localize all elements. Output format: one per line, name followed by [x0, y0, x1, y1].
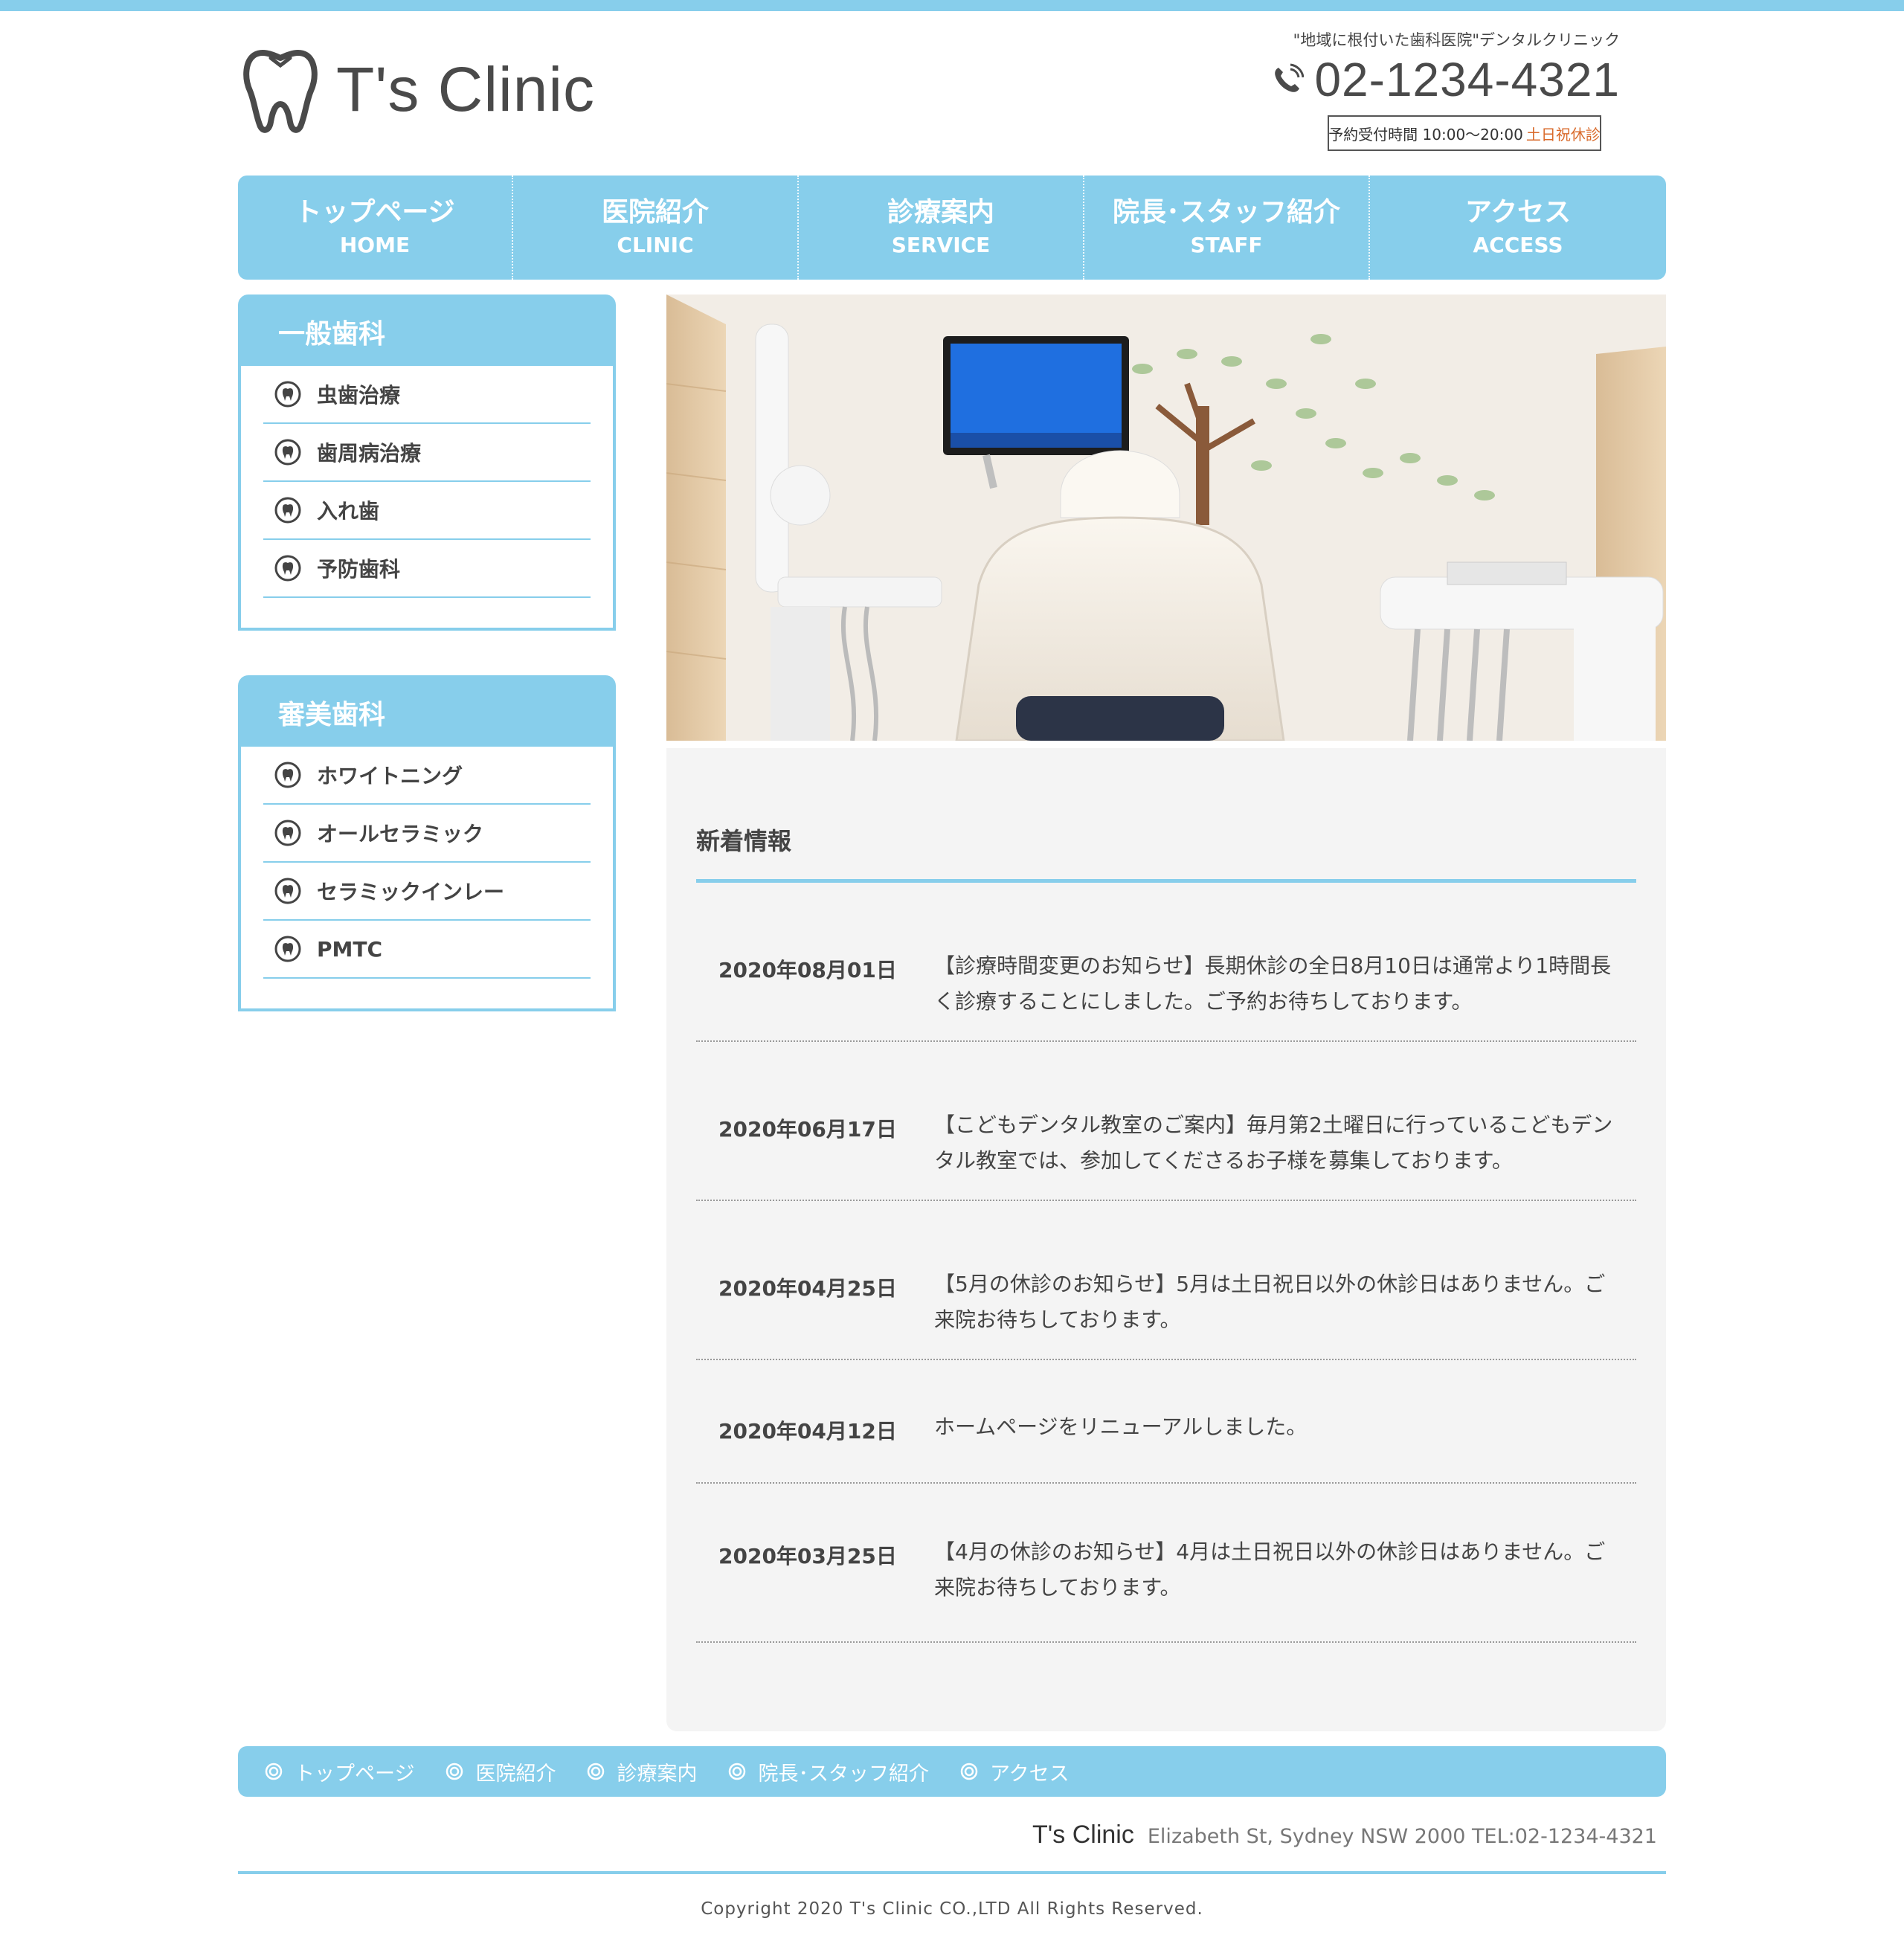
news-item[interactable]: 2020年04月25日 【5月の休診のお知らせ】5月は土日祝日以外の休診日はあり… — [696, 1201, 1636, 1360]
news-text: 【こどもデンタル教室のご案内】毎月第2土曜日に行っているこどもデンタル教室では、… — [934, 1113, 1613, 1173]
nav-clinic[interactable]: 医院紹介 CLINIC — [513, 176, 799, 280]
phone-block: 02-1234-4321 — [1271, 52, 1620, 107]
sidebar-item-dentures[interactable]: 入れ歯 — [263, 482, 591, 540]
nav-label-en: ACCESS — [1473, 233, 1563, 257]
footer-nav-home[interactable]: トップページ — [265, 1757, 414, 1786]
ring-bullet-icon — [265, 1763, 283, 1780]
footer-address-block: T's Clinic Elizabeth St, Sydney NSW 2000… — [1032, 1821, 1657, 1850]
footer-nav-label: アクセス — [989, 1762, 1070, 1786]
footer-nav-label: 医院紹介 — [475, 1762, 556, 1786]
nav-service[interactable]: 診療案内 SERVICE — [799, 176, 1084, 280]
closed-days: 土日祝休診 — [1525, 125, 1601, 144]
footer-nav-service[interactable]: 診療案内 — [587, 1757, 697, 1786]
tooth-bullet-icon — [274, 820, 301, 846]
top-accent-bar — [0, 0, 1904, 11]
news-date: 2020年06月17日 — [718, 1117, 897, 1142]
news-section: 新着情報 2020年08月01日 【診療時間変更のお知らせ】長期休診の全日8月1… — [666, 748, 1666, 1731]
tooth-bullet-icon — [274, 439, 301, 466]
global-nav: トップページ HOME 医院紹介 CLINIC 診療案内 SERVICE 院長･… — [238, 176, 1666, 280]
footer-nav-staff[interactable]: 院長･スタッフ紹介 — [728, 1757, 929, 1786]
sidebar-item-whitening[interactable]: ホワイトニング — [263, 747, 591, 805]
news-date: 2020年04月25日 — [718, 1276, 897, 1301]
footer-rule — [238, 1871, 1666, 1874]
sidebar-item-label: ホワイトニング — [317, 764, 463, 788]
hours-label: 予約受付時間 10:00〜20:00 — [1328, 125, 1523, 144]
copyright: Copyright 2020 T's Clinic CO.,LTD All Ri… — [701, 1899, 1203, 1919]
nav-access[interactable]: アクセス ACCESS — [1370, 176, 1666, 280]
news-item[interactable]: 2020年08月01日 【診療時間変更のお知らせ】長期休診の全日8月10日は通常… — [696, 883, 1636, 1042]
footer-address: Elizabeth St, Sydney NSW 2000 TEL:02-123… — [1147, 1825, 1657, 1848]
sidebar-item-label: 予防歯科 — [317, 557, 401, 582]
sidebar-cosmetic-dentistry: 審美歯科 ホワイトニング オールセラミック セラミックインレー PMTC — [238, 675, 616, 1011]
nav-staff[interactable]: 院長･スタッフ紹介 STAFF — [1084, 176, 1370, 280]
dental-chair-illustration — [666, 295, 1666, 741]
news-text: 【4月の休診のお知らせ】4月は土日祝日以外の休診日はありません。ご来院お待ちして… — [934, 1539, 1606, 1600]
sidebar-item-label: 歯周病治療 — [317, 441, 422, 466]
footer-nav-label: 院長･スタッフ紹介 — [758, 1762, 929, 1786]
reservation-hours: 予約受付時間 10:00〜20:00 土日祝休診 — [1328, 115, 1601, 151]
news-item[interactable]: 2020年06月17日 【こどもデンタル教室のご案内】毎月第2土曜日に行っている… — [696, 1042, 1636, 1201]
hero-image-dental-office — [666, 295, 1666, 741]
sidebar-item-label: オールセラミック — [317, 822, 484, 846]
nav-label-jp: 診療案内 — [887, 197, 994, 228]
footer-nav-access[interactable]: アクセス — [960, 1757, 1070, 1786]
sidebar-heading: 審美歯科 — [241, 678, 613, 747]
tooth-bullet-icon — [274, 878, 301, 904]
ring-bullet-icon — [729, 1763, 746, 1780]
sidebar-item-preventive[interactable]: 予防歯科 — [263, 540, 591, 598]
sidebar-item-label: PMTC — [317, 936, 383, 962]
phone-icon — [1275, 63, 1305, 92]
nav-label-jp: トップページ — [295, 197, 455, 228]
sidebar-heading: 一般歯科 — [241, 297, 613, 366]
sidebar-item-cavity[interactable]: 虫歯治療 — [263, 366, 591, 424]
news-title: 新着情報 — [696, 827, 792, 855]
news-text: 【5月の休診のお知らせ】5月は土日祝日以外の休診日はありません。ご来院お待ちして… — [934, 1272, 1606, 1332]
sidebar-item-all-ceramic[interactable]: オールセラミック — [263, 805, 591, 863]
nav-label-jp: 院長･スタッフ紹介 — [1112, 197, 1340, 228]
nav-home[interactable]: トップページ HOME — [238, 176, 513, 280]
footer-nav: トップページ 医院紹介 診療案内 院長･スタッフ紹介 アクセス — [238, 1746, 1666, 1797]
nav-label-jp: アクセス — [1464, 197, 1572, 228]
news-text: ホームページをリニューアルしました。 — [934, 1414, 1308, 1439]
sidebar-item-periodontal[interactable]: 歯周病治療 — [263, 424, 591, 482]
nav-label-en: CLINIC — [617, 233, 694, 257]
news-item[interactable]: 2020年04月12日 ホームページをリニューアルしました。 — [696, 1360, 1636, 1484]
phone-number[interactable]: 02-1234-4321 — [1314, 52, 1620, 107]
tooth-bullet-icon — [274, 936, 301, 962]
footer-nav-clinic[interactable]: 医院紹介 — [446, 1757, 556, 1786]
news-item[interactable]: 2020年03月25日 【4月の休診のお知らせ】4月は土日祝日以外の休診日はあり… — [696, 1484, 1636, 1643]
news-text: 【診療時間変更のお知らせ】長期休診の全日8月10日は通常より1時間長く診療するこ… — [934, 953, 1612, 1014]
ring-bullet-icon — [588, 1763, 605, 1780]
ring-bullet-icon — [960, 1763, 978, 1780]
tooth-bullet-icon — [274, 762, 301, 788]
ring-bullet-icon — [446, 1763, 463, 1780]
sidebar-item-ceramic-inlay[interactable]: セラミックインレー — [263, 863, 591, 921]
nav-label-en: HOME — [339, 233, 411, 257]
tooth-logo-icon — [243, 50, 318, 133]
tooth-bullet-icon — [274, 555, 301, 582]
news-date: 2020年04月12日 — [718, 1419, 897, 1443]
news-date: 2020年03月25日 — [718, 1544, 897, 1568]
nav-label-jp: 医院紹介 — [601, 197, 709, 228]
sidebar-item-label: 入れ歯 — [317, 499, 380, 524]
sidebar-item-pmtc[interactable]: PMTC — [263, 921, 591, 979]
tooth-bullet-icon — [274, 497, 301, 524]
tooth-bullet-icon — [274, 381, 301, 408]
sidebar-item-label: セラミックインレー — [317, 880, 505, 904]
nav-label-en: STAFF — [1190, 233, 1263, 257]
nav-label-en: SERVICE — [891, 233, 991, 257]
news-date: 2020年08月01日 — [718, 958, 897, 982]
site-logo[interactable]: T's Clinic — [239, 45, 595, 134]
sidebar-general-dentistry: 一般歯科 虫歯治療 歯周病治療 入れ歯 予防歯科 — [238, 295, 616, 631]
tagline: "地域に根付いた歯科医院"デンタルクリニック — [1293, 31, 1620, 49]
sidebar-item-label: 虫歯治療 — [317, 383, 401, 408]
footer-nav-label: トップページ — [295, 1762, 415, 1786]
footer-clinic-name: T's Clinic — [1032, 1821, 1134, 1849]
footer-nav-label: 診療案内 — [617, 1762, 698, 1786]
logo-text: T's Clinic — [336, 54, 596, 124]
